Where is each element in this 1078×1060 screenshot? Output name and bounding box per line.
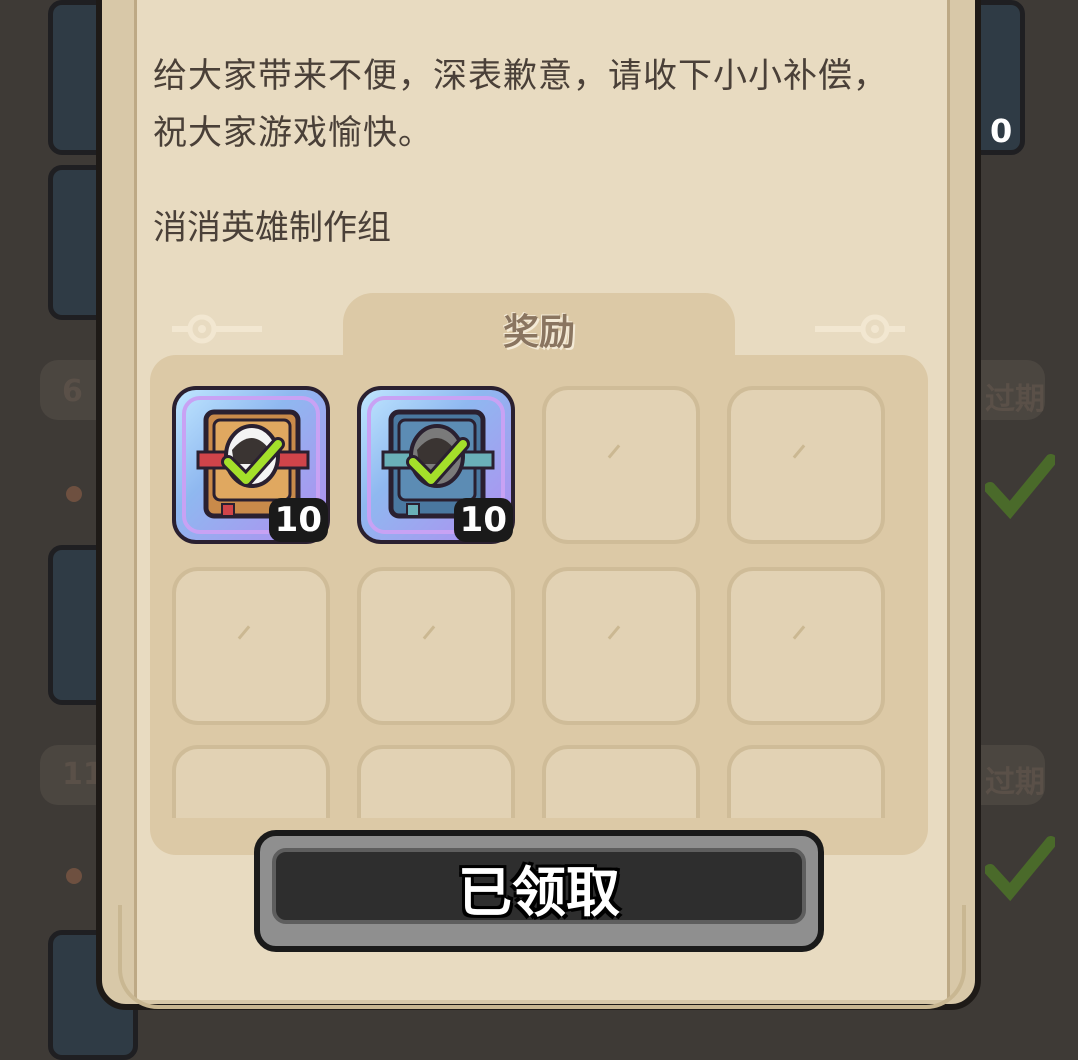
background-dot — [66, 868, 82, 884]
empty-reward-slot — [172, 567, 330, 725]
reward-item-blue-book[interactable]: 10 — [357, 386, 515, 544]
background-left-label: 6 — [62, 374, 83, 409]
item-count: 10 — [453, 498, 513, 542]
empty-reward-slot — [542, 386, 700, 544]
background-right-label: 过期 — [985, 382, 1045, 417]
item-count: 10 — [268, 498, 328, 542]
empty-reward-slot — [357, 567, 515, 725]
claimed-button-label: 已领取 — [458, 861, 620, 924]
background-check-icon — [985, 836, 1055, 902]
reward-title: 奖励 — [502, 312, 575, 353]
empty-reward-slot — [727, 567, 885, 725]
background-dot — [66, 486, 82, 502]
empty-reward-slot — [542, 567, 700, 725]
background-check-icon — [985, 454, 1055, 520]
empty-reward-slot — [727, 745, 885, 818]
empty-reward-slot — [357, 745, 515, 818]
empty-reward-slot — [542, 745, 700, 818]
reward-item-orange-book[interactable]: 10 — [172, 386, 330, 544]
left-ornament-icon — [172, 314, 262, 344]
empty-reward-slot — [172, 745, 330, 818]
background-badge: 0 — [990, 112, 1013, 150]
empty-reward-slot — [727, 386, 885, 544]
mail-signature: 消消英雄制作组 — [153, 208, 391, 248]
reward-grid-clip — [150, 745, 928, 818]
right-ornament-icon — [815, 314, 905, 344]
mail-body-text: 给大家带来不便，深表歉意，请收下小小补偿，祝大家游戏愉快。 — [153, 56, 888, 153]
claimed-button[interactable]: 已领取 — [254, 830, 824, 952]
background-right-label: 过期 — [985, 765, 1045, 800]
